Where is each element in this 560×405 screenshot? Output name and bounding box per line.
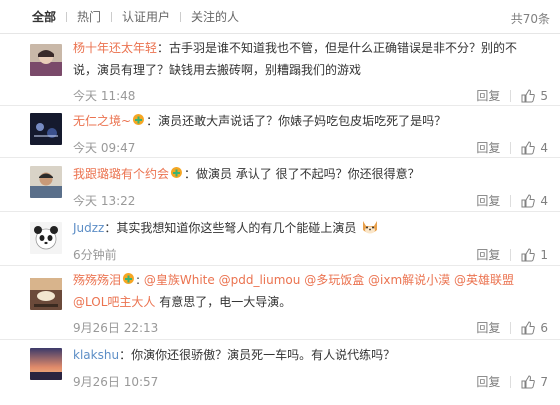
- avatar[interactable]: [30, 222, 62, 254]
- tab-hot[interactable]: 热门: [67, 8, 111, 25]
- comment-item: 无仁之境~ ：演员还敢大声说话了？你婊子妈吃包皮垢吃死了是吗？ 今天 09:47 …: [0, 106, 560, 158]
- mention-link[interactable]: @多玩饭盒: [304, 273, 364, 287]
- like-button[interactable]: 6: [521, 321, 548, 335]
- avatar[interactable]: [30, 44, 62, 76]
- comment-actions: 回复 1: [476, 246, 548, 263]
- like-button[interactable]: 1: [521, 248, 548, 262]
- comment-text: ：其实我想知道你这些弩人的有几个能碰上演员: [104, 221, 357, 235]
- mention-link[interactable]: @英雄联盟: [454, 273, 514, 287]
- vip-badge-icon: [132, 112, 145, 126]
- vip-badge-icon: [122, 271, 135, 285]
- vip-badge-icon: [170, 165, 183, 179]
- thumbs-up-icon: [521, 193, 536, 207]
- comment-filter-tabs: 全部 热门 认证用户 关注的人 共70条: [0, 0, 560, 34]
- comment-content: 我跟璐璐有个约会 ：做演员 承认了 很了不起吗？你还很得意？: [73, 163, 546, 185]
- username-link[interactable]: klakshu: [73, 348, 119, 362]
- thumbs-up-icon: [521, 140, 536, 154]
- like-button[interactable]: 7: [521, 375, 548, 389]
- thumbs-up-icon: [521, 88, 536, 102]
- comment-item: Judzz：其实我想知道你这些弩人的有几个能碰上演员 6分钟前 回复 1: [0, 212, 560, 266]
- comment-time: 9月26日 22:13: [73, 321, 159, 335]
- action-divider: [510, 321, 512, 334]
- tab-following[interactable]: 关注的人: [181, 8, 249, 25]
- comment-actions: 回复 4: [476, 139, 548, 156]
- thumbs-up-icon: [521, 247, 536, 261]
- reply-button[interactable]: 回复: [476, 319, 500, 336]
- comment-actions: 回复 5: [476, 87, 548, 104]
- comment-item: 殇殇殇泪: @皇族White @pdd_liumou @多玩饭盒 @ixm解说小…: [0, 266, 560, 340]
- mention-link[interactable]: @pdd_liumou: [219, 273, 301, 287]
- comment-text: 有意思了，电一大导演。: [155, 295, 292, 309]
- comment-actions: 回复 4: [476, 192, 548, 209]
- username-link[interactable]: 无仁之境~: [73, 114, 131, 128]
- comment-time: 6分钟前: [73, 248, 117, 262]
- username-link[interactable]: 杨十年还太年轻: [73, 41, 157, 55]
- action-divider: [510, 194, 512, 207]
- tab-verified-users[interactable]: 认证用户: [112, 8, 180, 25]
- like-count: 4: [540, 193, 548, 208]
- comment-text: ：古手羽是谁不知道我也不管，但是什么正确错误是非不分？别的不: [157, 41, 518, 55]
- avatar[interactable]: [30, 166, 62, 198]
- comment-time: 今天 09:47: [73, 141, 136, 155]
- comment-content: Judzz：其实我想知道你这些弩人的有几个能碰上演员: [73, 217, 546, 243]
- avatar[interactable]: [30, 348, 62, 380]
- comment-content: 殇殇殇泪: @皇族White @pdd_liumou @多玩饭盒 @ixm解说小…: [73, 271, 515, 309]
- comment-time: 今天 13:22: [73, 194, 136, 208]
- like-count: 6: [540, 320, 548, 335]
- tab-all[interactable]: 全部: [12, 8, 66, 25]
- like-button[interactable]: 4: [521, 141, 548, 155]
- reply-button[interactable]: 回复: [476, 373, 500, 390]
- comment-time: 9月26日 10:57: [73, 375, 159, 389]
- shiba-dog-emoji-icon: [360, 218, 380, 243]
- reply-button[interactable]: 回复: [476, 87, 500, 104]
- action-divider: [510, 375, 512, 388]
- comment-text: ：做演员 承认了 很了不起吗？你还很得意？: [184, 167, 420, 181]
- comment-item: klakshu：你演你还很骄傲？演员死一车吗。有人说代练吗？ 9月26日 10:…: [0, 340, 560, 404]
- like-button[interactable]: 4: [521, 194, 548, 208]
- mention-link[interactable]: @ixm解说小漠: [368, 273, 450, 287]
- like-count: 1: [540, 247, 548, 262]
- action-divider: [510, 248, 512, 261]
- like-count: 7: [540, 374, 548, 389]
- avatar[interactable]: [30, 278, 62, 310]
- action-divider: [510, 89, 512, 102]
- reply-button[interactable]: 回复: [476, 192, 500, 209]
- comment-total-count: 共70条: [510, 12, 550, 26]
- comment-text: 说，演员有理了？缺钱用去搬砖啊，别糟蹋我们的游戏: [73, 63, 362, 77]
- thumbs-up-icon: [521, 320, 536, 334]
- comment-item: 杨十年还太年轻：古手羽是谁不知道我也不管，但是什么正确错误是非不分？别的不 说，…: [0, 34, 560, 106]
- comment-content: klakshu：你演你还很骄傲？演员死一车吗。有人说代练吗？: [73, 344, 546, 366]
- like-button[interactable]: 5: [521, 89, 548, 103]
- comment-actions: 回复 7: [476, 373, 548, 390]
- like-count: 4: [540, 140, 548, 155]
- avatar[interactable]: [30, 113, 62, 145]
- mention-link[interactable]: @皇族White: [144, 273, 215, 287]
- reply-button[interactable]: 回复: [476, 139, 500, 156]
- comment-text: ：演员还敢大声说话了？你婊子妈吃包皮垢吃死了是吗？: [146, 114, 447, 128]
- action-divider: [510, 141, 512, 154]
- like-count: 5: [540, 88, 548, 103]
- username-link[interactable]: Judzz: [73, 221, 104, 235]
- comment-item: 我跟璐璐有个约会 ：做演员 承认了 很了不起吗？你还很得意？ 今天 13:22 回…: [0, 158, 560, 212]
- thumbs-up-icon: [521, 374, 536, 388]
- comment-time: 今天 11:48: [73, 89, 136, 103]
- comment-actions: 回复 6: [476, 319, 548, 336]
- comment-text: ：你演你还很骄傲？演员死一车吗。有人说代练吗？: [119, 348, 396, 362]
- username-link[interactable]: 殇殇殇泪: [73, 273, 121, 287]
- reply-button[interactable]: 回复: [476, 246, 500, 263]
- comment-content: 杨十年还太年轻：古手羽是谁不知道我也不管，但是什么正确错误是非不分？别的不 说，…: [73, 37, 546, 81]
- username-link[interactable]: 我跟璐璐有个约会: [73, 167, 169, 181]
- comment-list: 杨十年还太年轻：古手羽是谁不知道我也不管，但是什么正确错误是非不分？别的不 说，…: [0, 34, 560, 404]
- comment-content: 无仁之境~ ：演员还敢大声说话了？你婊子妈吃包皮垢吃死了是吗？: [73, 110, 546, 132]
- mention-link[interactable]: @LOL吧主大人: [73, 295, 155, 309]
